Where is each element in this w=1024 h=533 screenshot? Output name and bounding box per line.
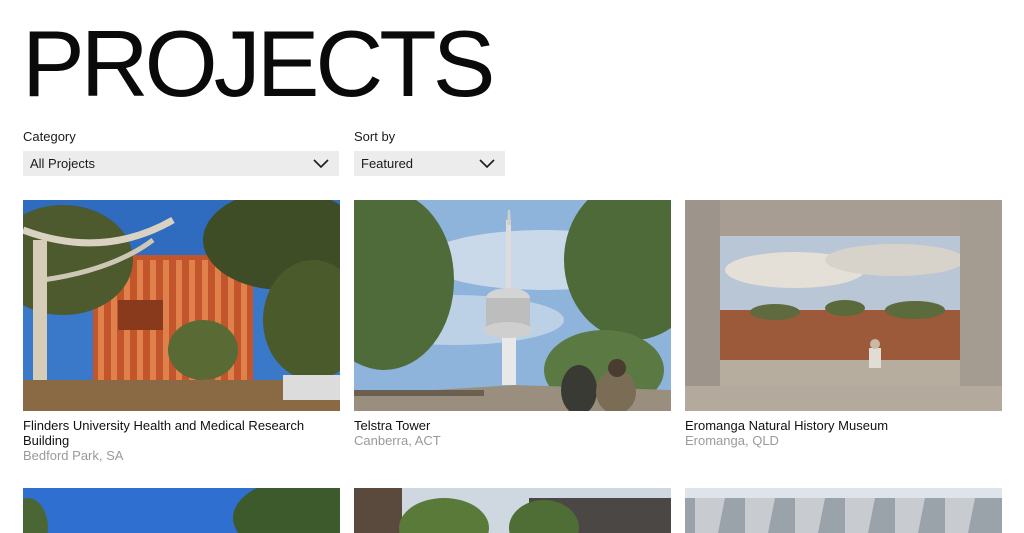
chevron-down-icon <box>313 158 329 169</box>
project-image[interactable] <box>685 200 1002 411</box>
page-title: PROJECTS <box>22 11 495 116</box>
project-card[interactable]: Eromanga Natural History Museum Eromanga… <box>685 200 1002 448</box>
project-card[interactable]: Flinders University Health and Medical R… <box>23 200 340 463</box>
category-label: Category <box>23 129 76 144</box>
project-title[interactable]: Flinders University Health and Medical R… <box>23 418 340 448</box>
project-image[interactable] <box>354 488 671 533</box>
project-title[interactable]: Telstra Tower <box>354 418 671 433</box>
sort-label: Sort by <box>354 129 396 144</box>
project-title[interactable]: Eromanga Natural History Museum <box>685 418 1002 433</box>
project-location: Canberra, ACT <box>354 433 441 448</box>
category-select[interactable]: All Projects <box>23 151 339 176</box>
chevron-down-icon <box>479 158 495 169</box>
project-location: Bedford Park, SA <box>23 448 124 463</box>
project-image[interactable] <box>23 200 340 411</box>
sort-select-value: Featured <box>361 156 414 171</box>
sort-select[interactable]: Featured <box>354 151 505 176</box>
project-image[interactable] <box>685 488 1002 533</box>
project-location: Eromanga, QLD <box>685 433 779 448</box>
project-image[interactable] <box>354 200 671 411</box>
project-image[interactable] <box>23 488 340 533</box>
category-select-value: All Projects <box>30 156 96 171</box>
projects-page: PROJECTS Category All Projects Sort by F… <box>0 0 1024 533</box>
project-card[interactable]: Telstra Tower Canberra, ACT <box>354 200 671 448</box>
